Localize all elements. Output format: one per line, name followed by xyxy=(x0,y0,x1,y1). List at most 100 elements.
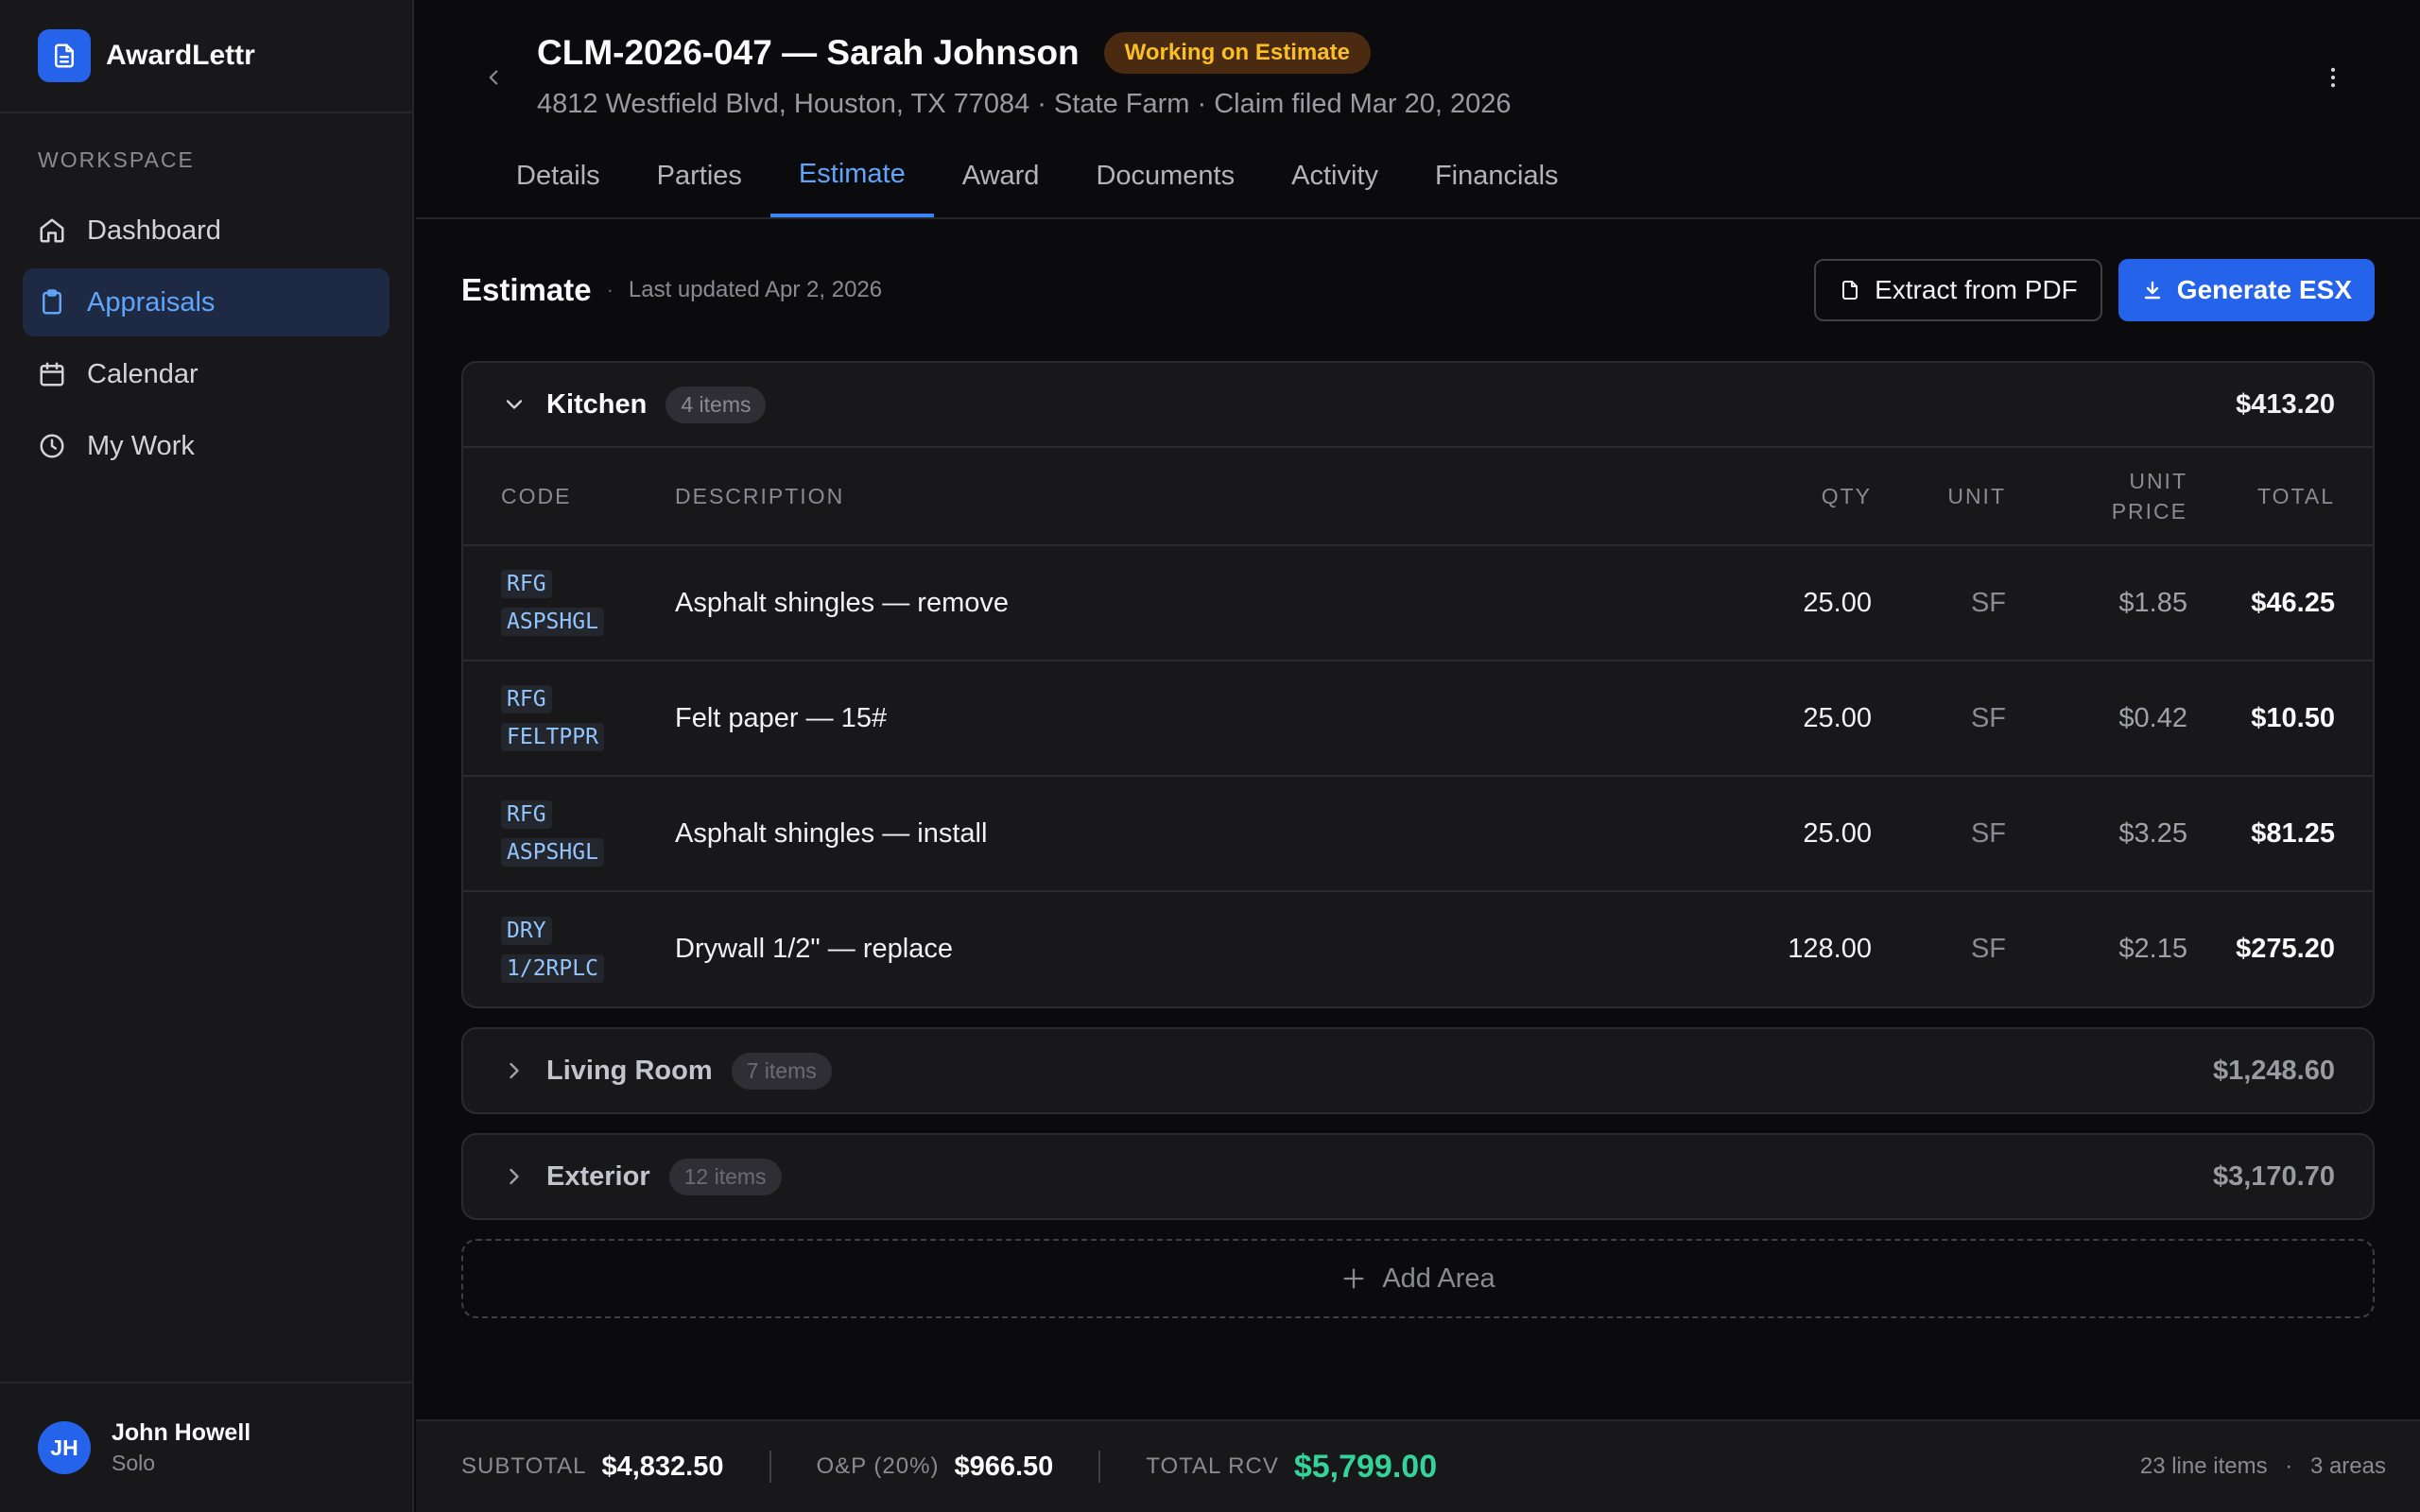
button-label: Add Area xyxy=(1382,1263,1495,1294)
tab-details[interactable]: Details xyxy=(488,134,629,217)
button-label: Extract from PDF xyxy=(1875,275,2078,304)
more-options-button[interactable] xyxy=(2314,59,2352,96)
line-item-code: RFG ASPSHGL xyxy=(501,796,604,871)
line-item-description: Asphalt shingles — install xyxy=(675,775,1720,891)
last-updated: Last updated Apr 2, 2026 xyxy=(628,277,883,302)
line-item-unit: SF xyxy=(1872,775,2006,891)
table-row[interactable]: RFG ASPSHGL Asphalt shingles — install 25… xyxy=(463,775,2373,891)
sidebar-nav: Dashboard Appraisals Calendar My Work xyxy=(0,197,412,480)
clipboard-icon xyxy=(43,289,61,315)
line-item-total: $46.25 xyxy=(2187,544,2373,661)
code-part: DRY xyxy=(501,916,552,945)
column-header-total: TOTAL xyxy=(2187,446,2373,545)
tab-parties[interactable]: Parties xyxy=(629,134,770,217)
line-item-unit-price: $1.85 xyxy=(2006,544,2187,661)
brand[interactable]: AwardLettr xyxy=(0,0,412,113)
line-item-total: $275.20 xyxy=(2187,890,2373,1006)
subtotal-value: $4,832.50 xyxy=(601,1451,724,1482)
line-item-description: Drywall 1/2" — replace xyxy=(675,890,1720,1006)
add-area-button[interactable]: Add Area xyxy=(461,1239,2375,1318)
divider xyxy=(1098,1451,1101,1483)
line-items-table: CODE DESCRIPTION QTY UNIT UNIT PRICE TOT… xyxy=(463,446,2373,1006)
file-icon xyxy=(1842,281,1858,300)
tab-financials[interactable]: Financials xyxy=(1407,134,1587,217)
sidebar-item-label: My Work xyxy=(87,430,195,461)
user-role: Solo xyxy=(112,1451,156,1475)
area-header[interactable]: Exterior 12 items $3,170.70 xyxy=(463,1135,2373,1218)
tab-award[interactable]: Award xyxy=(934,134,1068,217)
workspace-label: WORKSPACE xyxy=(38,147,195,172)
chevron-right-icon xyxy=(510,1168,519,1185)
subtotal-label: SUBTOTAL xyxy=(461,1453,587,1479)
plus-icon xyxy=(1343,1268,1364,1289)
sidebar-item-label: Calendar xyxy=(87,358,199,389)
areas-count: 3 areas xyxy=(2309,1453,2386,1479)
code-part: RFG xyxy=(501,570,552,598)
tab-activity[interactable]: Activity xyxy=(1263,134,1407,217)
code-part: 1/2RPLC xyxy=(501,954,604,983)
column-header-unit: UNIT xyxy=(1872,446,2006,545)
op-value: $966.50 xyxy=(954,1451,1054,1482)
line-item-unit: SF xyxy=(1872,660,2006,776)
totals-bar: SUBTOTAL $4,832.50 O&P (20%) $966.50 TOT… xyxy=(416,1419,2420,1512)
total-rcv-label: TOTAL RCV xyxy=(1146,1453,1279,1479)
area-living-room: Living Room 7 items $1,248.60 xyxy=(461,1027,2375,1114)
line-item-qty: 25.00 xyxy=(1720,544,1872,661)
document-icon xyxy=(38,29,91,82)
area-header[interactable]: Living Room 7 items $1,248.60 xyxy=(463,1029,2373,1112)
chevron-left-icon xyxy=(489,70,498,85)
section-title: Estimate xyxy=(461,272,592,307)
status-badge: Working on Estimate xyxy=(1103,32,1371,74)
code-part: ASPSHGL xyxy=(501,608,604,636)
area-header[interactable]: Kitchen 4 items $413.20 xyxy=(463,363,2373,446)
divider xyxy=(769,1451,771,1483)
line-item-total: $10.50 xyxy=(2187,660,2373,776)
sidebar-item-my-work[interactable]: My Work xyxy=(23,412,389,480)
area-total: $3,170.70 xyxy=(2212,1160,2335,1192)
line-item-code: RFG ASPSHGL xyxy=(501,565,604,641)
separator-dot: · xyxy=(2285,1453,2293,1479)
column-header-unit-price: UNIT PRICE xyxy=(2006,446,2187,545)
sidebar-item-label: Dashboard xyxy=(87,215,221,246)
code-part: RFG xyxy=(501,800,552,829)
tab-documents[interactable]: Documents xyxy=(1067,134,1263,217)
table-row[interactable]: RFG FELTPPR Felt paper — 15# 25.00 SF $0.… xyxy=(463,660,2373,776)
calendar-icon xyxy=(40,362,64,387)
sidebar-item-dashboard[interactable]: Dashboard xyxy=(23,197,389,265)
sidebar-item-calendar[interactable]: Calendar xyxy=(23,340,389,408)
table-row[interactable]: RFG ASPSHGL Asphalt shingles — remove 25.… xyxy=(463,544,2373,661)
line-item-total: $81.25 xyxy=(2187,775,2373,891)
sidebar-item-label: Appraisals xyxy=(87,286,216,318)
sidebar-item-appraisals[interactable]: Appraisals xyxy=(23,268,389,336)
line-item-unit-price: $3.25 xyxy=(2006,775,2187,891)
home-icon xyxy=(40,218,64,243)
line-item-description: Asphalt shingles — remove xyxy=(675,544,1720,661)
code-part: ASPSHGL xyxy=(501,838,604,867)
tab-estimate[interactable]: Estimate xyxy=(769,134,934,217)
user-profile[interactable]: JH John Howell Solo xyxy=(0,1382,412,1512)
area-item-count: 7 items xyxy=(731,1052,832,1090)
sidebar: AwardLettr WORKSPACE Dashboard Appraisal… xyxy=(0,0,414,1512)
column-header-qty: QTY xyxy=(1720,446,1872,545)
back-button[interactable] xyxy=(475,59,512,96)
avatar: JH xyxy=(38,1421,91,1474)
page-title: CLM-2026-047 — Sarah Johnson xyxy=(537,33,1080,72)
area-name: Living Room xyxy=(546,1055,713,1086)
code-part: FELTPPR xyxy=(501,723,604,751)
button-label: Generate ESX xyxy=(2176,275,2352,304)
table-row[interactable]: DRY 1/2RPLC Drywall 1/2" — replace 128.00… xyxy=(463,890,2373,1006)
generate-esx-button[interactable]: Generate ESX xyxy=(2118,259,2375,321)
line-items-count: 23 line items xyxy=(2139,1453,2268,1479)
line-item-qty: 25.00 xyxy=(1720,775,1872,891)
area-exterior: Exterior 12 items $3,170.70 xyxy=(461,1133,2375,1220)
estimate-summary: 23 line items · 3 areas xyxy=(2140,1453,2386,1480)
unit-price-header-text: UNIT PRICE xyxy=(2111,469,2187,524)
user-name: John Howell xyxy=(112,1419,251,1446)
line-item-description: Felt paper — 15# xyxy=(675,660,1720,776)
line-item-qty: 128.00 xyxy=(1720,890,1872,1006)
separator-dot: · xyxy=(606,278,614,301)
total-rcv-value: $5,799.00 xyxy=(1293,1448,1438,1485)
area-item-count: 4 items xyxy=(666,386,767,423)
claim-subtitle: 4812 Westfield Blvd, Houston, TX 77084 ·… xyxy=(537,89,1512,119)
extract-from-pdf-button[interactable]: Extract from PDF xyxy=(1814,259,2102,321)
